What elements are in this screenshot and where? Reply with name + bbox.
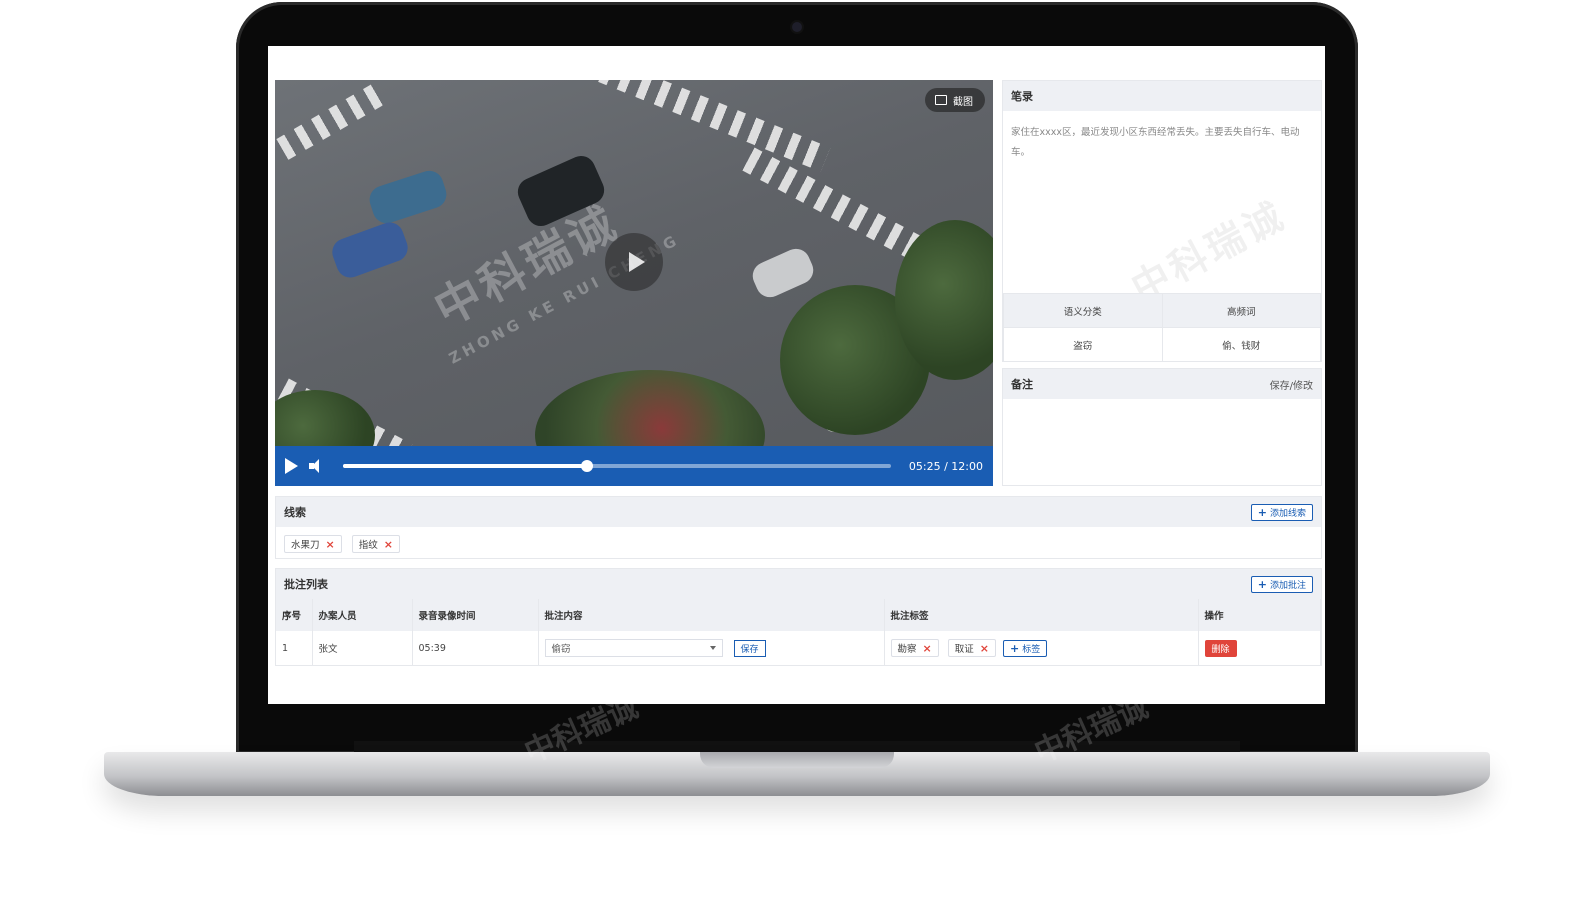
- add-tag-button[interactable]: + 标签: [1003, 640, 1048, 657]
- clues-header: 线索 + 添加线索: [276, 497, 1321, 527]
- content-select[interactable]: 偷窃: [544, 639, 723, 657]
- col-officer: 办案人员: [312, 599, 413, 631]
- laptop-mockup: 中科瑞诚 ZHONG KE RUI CHENG 截图 05:25 / 12:00…: [0, 0, 1576, 916]
- play-icon[interactable]: [285, 458, 299, 474]
- screenshot-label: 截图: [953, 96, 973, 108]
- annotation-tag-label: 取证: [954, 644, 974, 655]
- save-button[interactable]: 保存: [733, 640, 766, 657]
- close-icon[interactable]: ×: [923, 642, 932, 655]
- clue-tag-label: 水果刀: [291, 540, 320, 551]
- crosswalk: [276, 84, 384, 160]
- content-select-value: 偷窃: [551, 644, 571, 655]
- notes-content: 家住在xxxx区，最近发现小区东西经常丢失。主要丢失自行车、电动车。: [1011, 127, 1300, 158]
- save-edit-link[interactable]: 保存/修改: [1270, 377, 1313, 392]
- progress-slider[interactable]: [343, 460, 891, 472]
- add-annotation-button[interactable]: + 添加批注: [1250, 575, 1313, 593]
- image-icon: [935, 95, 947, 105]
- remarks-header: 备注 保存/修改: [1003, 369, 1321, 399]
- add-clue-button[interactable]: + 添加线索: [1250, 503, 1313, 521]
- annotations-header: 批注列表 + 添加批注: [276, 569, 1321, 599]
- close-icon[interactable]: ×: [980, 642, 989, 655]
- screenshot-button[interactable]: 截图: [925, 88, 985, 112]
- video-player[interactable]: 中科瑞诚 ZHONG KE RUI CHENG 截图: [275, 80, 993, 486]
- plus-icon: +: [1257, 505, 1267, 519]
- crosswalk: [579, 80, 831, 172]
- col-tags: 批注标签: [884, 599, 1199, 631]
- semantic-class-value: 盗窃: [1003, 327, 1163, 362]
- col-actions: 操作: [1198, 599, 1321, 631]
- notes-title: 笔录: [1011, 90, 1033, 103]
- car: [748, 244, 818, 302]
- notes-panel: 笔录 家住在xxxx区，最近发现小区东西经常丢失。主要丢失自行车、电动车。 中科…: [1002, 80, 1322, 362]
- clues-panel: 线索 + 添加线索 水果刀 × 指纹 ×: [275, 496, 1322, 559]
- annotation-tag: 取证 ×: [947, 639, 996, 657]
- remarks-title: 备注: [1011, 378, 1033, 391]
- clue-tag: 指纹 ×: [351, 535, 400, 553]
- add-annotation-label: 添加批注: [1269, 580, 1306, 591]
- plus-icon: +: [1010, 642, 1020, 655]
- annotations-table: 序号 办案人员 录音录像时间 批注内容 批注标签 操作 1 张文 05:39 偷…: [276, 599, 1321, 665]
- remarks-input[interactable]: [1003, 399, 1321, 485]
- time-display: 05:25 / 12:00: [908, 459, 983, 473]
- progress-handle[interactable]: [581, 460, 594, 472]
- col-time: 录音录像时间: [412, 599, 539, 631]
- semantic-class-header: 语义分类: [1003, 293, 1163, 328]
- notes-header: 笔录: [1003, 81, 1321, 111]
- app-screen: 中科瑞诚 ZHONG KE RUI CHENG 截图 05:25 / 12:00…: [268, 46, 1325, 704]
- car: [328, 218, 412, 282]
- row-tags: 勘察 × 取证 × + 标签: [884, 631, 1199, 665]
- col-content: 批注内容: [538, 599, 885, 631]
- chevron-down-icon: [709, 646, 716, 650]
- row-actions: 删除: [1198, 631, 1321, 665]
- progress-fill: [343, 464, 588, 468]
- video-controls: 05:25 / 12:00: [275, 446, 993, 486]
- center-play-button[interactable]: [605, 233, 663, 291]
- clue-tag-label: 指纹: [358, 540, 378, 551]
- plus-icon: +: [1257, 577, 1267, 591]
- close-icon[interactable]: ×: [384, 538, 393, 551]
- remarks-panel: 备注 保存/修改: [1002, 368, 1322, 486]
- row-index: 1: [276, 631, 313, 665]
- frequent-words-header: 高频词: [1161, 293, 1321, 328]
- clues-title: 线索: [284, 506, 306, 519]
- row-content: 偷窃 保存: [538, 631, 885, 665]
- annotation-tag: 勘察 ×: [890, 639, 939, 657]
- frequent-words-value: 偷、钱财: [1161, 327, 1321, 362]
- annotations-panel: 批注列表 + 添加批注 序号 办案人员 录音录像时间 批注内容 批注标签 操作: [275, 568, 1322, 666]
- close-icon[interactable]: ×: [326, 538, 335, 551]
- volume-icon[interactable]: [309, 459, 325, 473]
- clue-tags: 水果刀 × 指纹 ×: [276, 527, 1321, 561]
- delete-button[interactable]: 删除: [1204, 639, 1237, 657]
- annotations-title: 批注列表: [284, 578, 328, 591]
- clue-tag: 水果刀 ×: [284, 535, 342, 553]
- row-time: 05:39: [412, 631, 539, 665]
- col-index: 序号: [276, 599, 313, 631]
- table-row: 1 张文 05:39 偷窃 保存 勘察 × 取证 × + 标签 删除: [276, 631, 1321, 665]
- add-tag-label: 标签: [1022, 645, 1041, 655]
- laptop-notch: [700, 752, 894, 768]
- row-officer: 张文: [312, 631, 413, 665]
- car: [365, 167, 451, 227]
- annotation-tag-label: 勘察: [897, 644, 917, 655]
- add-clue-label: 添加线索: [1269, 508, 1306, 519]
- webcam-icon: [792, 22, 802, 32]
- semantic-table: 语义分类 高频词 盗窃 偷、钱财: [1003, 293, 1321, 362]
